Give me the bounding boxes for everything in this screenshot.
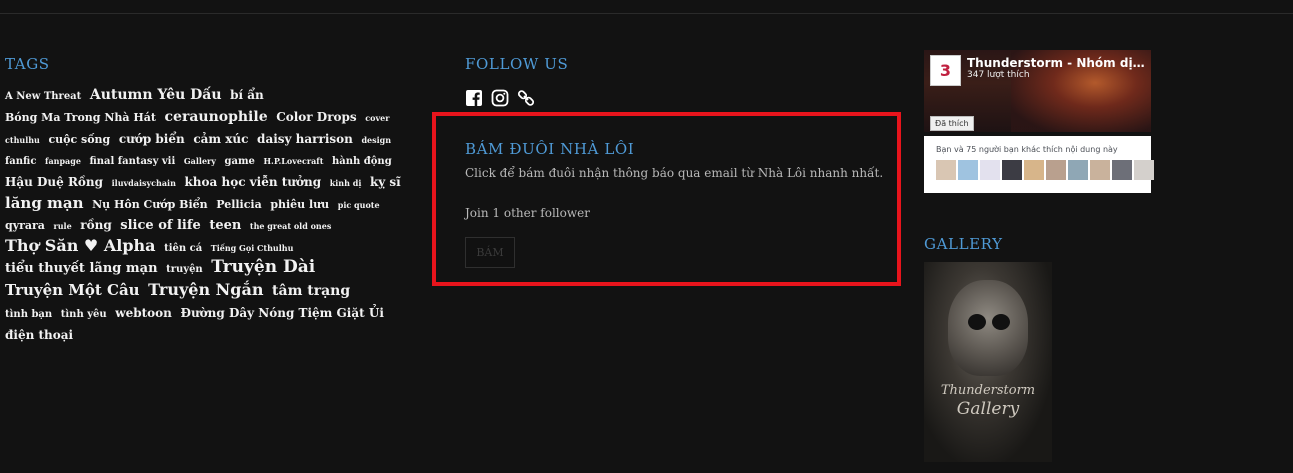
tag-link[interactable]: slice of life	[120, 218, 200, 233]
gallery-image-text: Thunderstorm Gallery	[940, 383, 1036, 419]
tag-link[interactable]: tâm trạng	[272, 283, 350, 299]
page-avatar[interactable]: 3	[930, 55, 961, 86]
tag-link[interactable]: cướp biển	[119, 132, 185, 146]
avatar[interactable]	[980, 160, 1000, 180]
tag-link[interactable]: rule	[54, 221, 72, 231]
like-button[interactable]: Đã thích	[930, 116, 974, 131]
tag-link[interactable]: game	[224, 156, 254, 167]
tag-link[interactable]: tình yêu	[61, 309, 107, 320]
page-name[interactable]: Thunderstorm - Nhóm dịch ...	[967, 56, 1147, 70]
gallery-image[interactable]: Thunderstorm Gallery	[924, 262, 1052, 462]
tag-link[interactable]: cuộc sống	[48, 133, 110, 146]
skull-illustration	[948, 280, 1028, 376]
tag-link[interactable]: webtoon	[115, 306, 172, 320]
tag-link[interactable]: ceraunophile	[165, 109, 268, 125]
gallery-title: GALLERY	[924, 235, 1003, 253]
tag-link[interactable]: cthulhu	[5, 135, 40, 145]
avatar[interactable]	[1024, 160, 1044, 180]
facebook-friends: Bạn và 75 người bạn khác thích nội dung …	[924, 136, 1154, 193]
friend-avatars	[936, 160, 1154, 180]
tag-link[interactable]: final fantasy vii	[89, 156, 175, 167]
follow-widget: FOLLOW US	[465, 55, 905, 107]
subscribe-widget: BÁM ĐUÔI NHÀ LÔI Click để bám đuôi nhận …	[432, 112, 901, 286]
subscribe-button[interactable]: BÁM	[465, 237, 515, 268]
tag-link[interactable]: Truyện Ngắn	[148, 280, 263, 299]
tag-link[interactable]: iluvdaisychain	[112, 178, 176, 188]
tag-link[interactable]: fanfic	[5, 156, 36, 167]
tag-link[interactable]: kinh dị	[330, 178, 362, 188]
tag-link[interactable]: tiểu thuyết lãng mạn	[5, 261, 158, 276]
tag-link[interactable]: cover	[365, 113, 389, 123]
tag-cloud: A New Threat Autumn Yêu Dấu bí ẩn Bóng M…	[5, 83, 405, 344]
tag-link[interactable]: bí ẩn	[230, 88, 264, 102]
tag-link[interactable]: qyrara	[5, 219, 45, 232]
skull-eye	[992, 314, 1010, 330]
tag-link[interactable]: Gallery	[184, 156, 216, 166]
tag-link[interactable]: tiên cá	[164, 243, 202, 254]
friends-text: Bạn và 75 người bạn khác thích nội dung …	[936, 145, 1118, 154]
tag-link[interactable]: fanpage	[45, 156, 81, 166]
tag-link[interactable]: Tiếng Gọi Cthulhu	[211, 243, 294, 253]
top-divider	[0, 13, 1293, 14]
avatar[interactable]	[1002, 160, 1022, 180]
facebook-icon[interactable]	[465, 89, 483, 107]
avatar[interactable]	[1046, 160, 1066, 180]
tag-link[interactable]: phiêu lưu	[270, 198, 329, 211]
tag-link[interactable]: kỵ sĩ	[370, 175, 401, 189]
tag-link[interactable]: lăng mạn	[5, 194, 84, 212]
tag-link[interactable]: hành động	[332, 156, 392, 167]
page-likes: 347 lượt thích	[967, 70, 1030, 80]
link-icon[interactable]	[517, 89, 535, 107]
subscribe-title: BÁM ĐUÔI NHÀ LÔI	[465, 140, 635, 158]
tag-link[interactable]: Đường Dây Nóng Tiệm Giặt Ủi	[180, 306, 383, 320]
tag-link[interactable]: Bóng Ma Trong Nhà Hát	[5, 111, 156, 124]
tag-link[interactable]: Truyện Một Câu	[5, 281, 140, 299]
follow-title: FOLLOW US	[465, 55, 569, 73]
follower-count: Join 1 other follower	[465, 206, 590, 220]
tags-widget: TAGS A New Threat Autumn Yêu Dấu bí ẩn B…	[5, 55, 405, 344]
tag-link[interactable]: Thợ Săn ♥ Alpha	[5, 236, 156, 255]
tag-link[interactable]: truyện	[166, 264, 203, 275]
tag-link[interactable]: design	[361, 135, 391, 145]
skull-eye	[968, 314, 986, 330]
tag-link[interactable]: rồng	[80, 218, 111, 232]
tag-link[interactable]: Pellicia	[216, 198, 262, 211]
social-icons	[465, 89, 905, 107]
tag-link[interactable]: pic quote	[338, 200, 380, 210]
facebook-page-plugin[interactable]: 3 Thunderstorm - Nhóm dịch ... 347 lượt …	[924, 50, 1154, 193]
tag-link[interactable]: daisy harrison	[257, 132, 353, 146]
tag-link[interactable]: Truyện Dài	[211, 257, 315, 277]
tag-link[interactable]: Nụ Hôn Cướp Biển	[92, 198, 208, 211]
tag-link[interactable]: cảm xúc	[193, 132, 248, 146]
tag-link[interactable]: H.P.Lovecraft	[263, 156, 323, 166]
tag-link[interactable]: Color Drops	[276, 110, 357, 124]
avatar[interactable]	[936, 160, 956, 180]
instagram-icon[interactable]	[491, 89, 509, 107]
tag-link[interactable]: the great old ones	[250, 221, 331, 231]
avatar[interactable]	[1134, 160, 1154, 180]
avatar[interactable]	[1090, 160, 1110, 180]
subscribe-description: Click để bám đuôi nhận thông báo qua ema…	[465, 166, 884, 180]
facebook-cover[interactable]: 3 Thunderstorm - Nhóm dịch ... 347 lượt …	[924, 50, 1151, 132]
tag-link[interactable]: teen	[209, 218, 241, 233]
avatar[interactable]	[1112, 160, 1132, 180]
tag-link[interactable]: khoa học viễn tưởng	[184, 175, 321, 189]
tag-link[interactable]: A New Threat	[5, 91, 81, 102]
tag-link[interactable]: điện thoại	[5, 328, 73, 342]
tag-link[interactable]: Autumn Yêu Dấu	[90, 87, 222, 103]
tag-link[interactable]: tình bạn	[5, 309, 52, 320]
avatar[interactable]	[1068, 160, 1088, 180]
avatar[interactable]	[958, 160, 978, 180]
tag-link[interactable]: Hậu Duệ Rồng	[5, 175, 103, 189]
tags-title: TAGS	[5, 55, 50, 73]
gallery-widget: GALLERY Thunderstorm Gallery	[924, 235, 1052, 462]
